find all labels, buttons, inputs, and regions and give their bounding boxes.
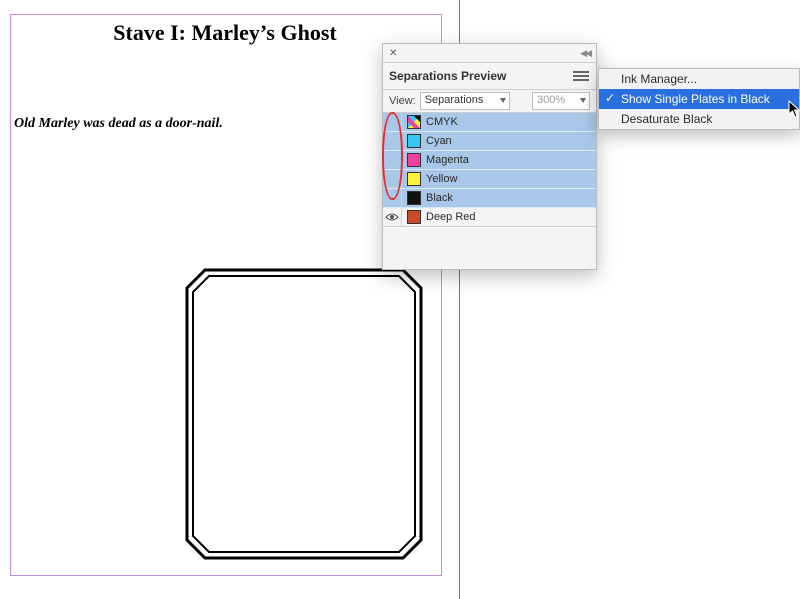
ink-row[interactable]: Yellow — [383, 169, 596, 188]
visibility-toggle[interactable] — [383, 208, 402, 226]
ink-label: Yellow — [426, 173, 457, 185]
panel-tab-row: Separations Preview — [383, 63, 596, 90]
close-icon[interactable]: ✕ — [389, 48, 397, 59]
callout-oval — [382, 112, 403, 200]
ink-swatch — [407, 172, 421, 186]
collapse-icon[interactable]: ◀◀ — [580, 48, 590, 59]
panel-tab-separations[interactable]: Separations Preview — [389, 69, 506, 83]
flyout-item[interactable]: ✓ Show Single Plates in Black — [599, 89, 799, 109]
panel-footer — [383, 226, 596, 269]
check-icon: ✓ — [605, 91, 615, 105]
flyout-item[interactable]: Ink Manager... — [599, 69, 799, 89]
view-select[interactable]: Separations — [420, 92, 510, 110]
decorative-frame — [185, 268, 423, 560]
flyout-item-label: Ink Manager... — [621, 72, 697, 86]
separations-preview-panel: ✕ ◀◀ Separations Preview View: Separatio… — [382, 43, 597, 270]
panel-menu-icon[interactable] — [572, 69, 590, 83]
ink-row[interactable]: Deep Red — [383, 207, 596, 226]
zoom-select[interactable]: 300% — [532, 92, 590, 110]
body-text: Old Marley was dead as a door-nail. — [14, 116, 223, 132]
flyout-item[interactable]: Desaturate Black — [599, 109, 799, 129]
ink-row[interactable]: Cyan — [383, 131, 596, 150]
ink-swatch — [407, 210, 421, 224]
ink-label: CMYK — [426, 116, 458, 128]
ink-label: Black — [426, 192, 453, 204]
flyout-item-label: Show Single Plates in Black — [621, 92, 770, 106]
ink-row[interactable]: Black — [383, 188, 596, 207]
ink-label: Cyan — [426, 135, 452, 147]
flyout-item-label: Desaturate Black — [621, 112, 712, 126]
ink-swatch — [407, 191, 421, 205]
ink-swatch — [407, 134, 421, 148]
ink-list: CMYK Cyan Magenta Yellow Black Deep Red — [383, 113, 596, 226]
panel-view-row: View: Separations 300% — [383, 90, 596, 113]
view-label: View: — [389, 95, 416, 107]
ink-row[interactable]: Magenta — [383, 150, 596, 169]
ink-row[interactable]: CMYK — [383, 113, 596, 131]
panel-titlebar[interactable]: ✕ ◀◀ — [383, 44, 596, 63]
ink-swatch — [407, 115, 421, 129]
ink-swatch — [407, 153, 421, 167]
ink-label: Magenta — [426, 154, 469, 166]
panel-flyout-menu: Ink Manager... ✓ Show Single Plates in Bla… — [598, 68, 800, 130]
ink-label: Deep Red — [426, 211, 476, 223]
page-title: Stave I: Marley’s Ghost — [10, 20, 440, 46]
